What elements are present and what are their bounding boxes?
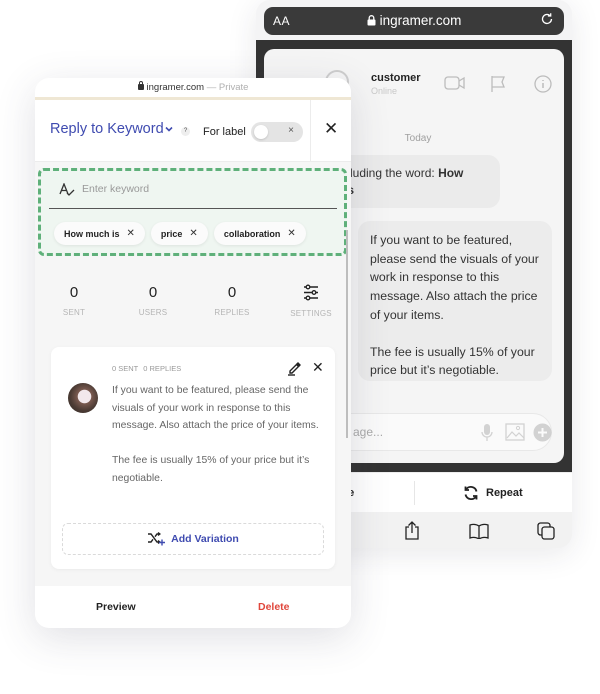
reply-to-keyword-panel: ingramer.com — Private Reply to Keyword … [35,78,351,628]
reply-stats: 0 SENT 0 REPLIES [112,364,181,373]
tabs-icon[interactable] [537,522,555,540]
repeat-label: Repeat [486,487,523,499]
header-divider [310,100,311,162]
address-url[interactable]: ingramer.com [264,13,564,28]
bookmarks-icon[interactable] [469,523,489,539]
for-label-toggle[interactable]: × [251,122,303,142]
remove-keyword-icon[interactable]: ✕ [127,228,135,239]
stat-value: 0 [69,284,79,301]
toggle-off-icon: × [288,125,294,136]
keyword-chips: How much is ✕ price ✕ collaboration ✕ [54,222,306,245]
contact-name: customer [371,72,421,84]
keyword-chip[interactable]: collaboration ✕ [213,222,306,245]
stat-value: 0 [148,284,158,301]
panel-url: ingramer.com [146,82,205,93]
contact-status: Online [371,86,398,96]
keyword-chip-label: How much is [64,228,120,239]
repeat-button[interactable]: Repeat [463,485,523,501]
delete-reply-button[interactable]: ✕ [312,359,324,376]
reply-message-text: If you want to be featured, please send … [112,382,324,487]
toggle-knob [254,125,268,139]
close-panel-button[interactable]: ✕ [324,119,338,139]
lock-icon [367,15,376,26]
outgoing-message-bubble: If you want to be featured, please send … [358,221,552,381]
microphone-icon[interactable] [481,423,493,443]
stat-users: 0 USERS [123,284,183,317]
shuffle-plus-icon [148,532,166,546]
keyword-chip[interactable]: price ✕ [150,222,208,245]
stats-row: 0 SENT 0 USERS 0 REPLIES SETTINGS [35,284,351,324]
plus-circle-icon[interactable] [533,423,552,442]
reply-paragraph: The fee is usually 15% of your price but… [112,455,310,484]
reply-replies-count: 0 REPLIES [143,364,182,373]
panel-scrollbar[interactable] [346,230,348,438]
add-variation-label: Add Variation [171,533,239,545]
remove-keyword-icon[interactable]: ✕ [287,228,295,239]
delete-button[interactable]: Delete [258,601,290,613]
outgoing-paragraph: The fee is usually 15% of your price but… [370,344,535,378]
stat-label: USERS [138,308,168,317]
stat-sent: 0 SENT [44,284,104,317]
stat-label: REPLIES [214,308,250,317]
outgoing-paragraph: If you want to be featured, please send … [370,233,539,322]
preview-button[interactable]: Preview [96,601,136,613]
keyword-chip-label: price [160,228,183,239]
incoming-text: cluding the word: [344,166,439,180]
add-variation-button[interactable]: Add Variation [62,523,324,555]
share-icon[interactable] [404,521,420,540]
info-icon[interactable] [534,75,552,93]
chevron-down-icon[interactable] [165,125,173,133]
stat-label: SETTINGS [290,309,332,318]
keyword-input-placeholder: Enter keyword [82,183,150,195]
for-label-text: For label [203,126,246,138]
video-call-icon[interactable] [444,75,466,91]
stat-label: SENT [62,308,86,317]
safari-address-bar[interactable]: AA ingramer.com [264,7,564,35]
reload-icon[interactable] [540,12,554,26]
panel-footer: Preview Delete [35,586,351,628]
repeat-icon [464,486,478,500]
reply-paragraph: If you want to be featured, please send … [112,385,319,431]
keyword-chip[interactable]: How much is ✕ [54,222,145,245]
spellcheck-icon [59,183,75,196]
settings-sliders-icon [304,284,318,301]
settings-button[interactable]: SETTINGS [281,284,341,318]
stat-replies: 0 REPLIES [202,284,262,317]
keyword-box: Enter keyword How much is ✕ price ✕ coll… [38,168,347,256]
incoming-keyword: How [438,166,464,180]
message-input-placeholder: age... [353,425,384,439]
flag-icon[interactable] [490,75,506,93]
help-icon[interactable]: ? [181,127,190,136]
action-divider [414,481,415,505]
edit-pencil-icon[interactable] [287,361,302,376]
reply-message-card: 0 SENT 0 REPLIES ✕ If you want to be feat… [51,347,335,569]
private-mode-label: — Private [206,82,249,93]
address-url-text: ingramer.com [379,13,462,28]
remove-keyword-icon[interactable]: ✕ [189,228,197,239]
keyword-chip-label: collaboration [223,228,281,239]
panel-url-bar: ingramer.com — Private [35,78,351,98]
keyword-input[interactable]: Enter keyword [49,171,337,209]
reply-sent-count: 0 SENT [112,364,139,373]
avatar [68,383,98,413]
image-icon[interactable] [505,423,525,441]
feature-title-dropdown[interactable]: Reply to Keyword [50,121,164,137]
panel-header: Reply to Keyword ? For label × ✕ [35,100,351,162]
stat-value: 0 [227,284,237,301]
lock-icon [137,81,144,90]
